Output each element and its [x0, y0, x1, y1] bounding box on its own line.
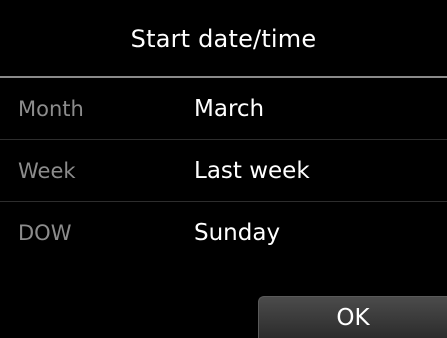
setting-value-week: Last week [194, 158, 310, 184]
start-date-time-screen: Start date/time Month March Week Last we… [0, 0, 447, 338]
setting-row-week[interactable]: Week Last week [0, 140, 447, 202]
setting-row-month[interactable]: Month March [0, 78, 447, 140]
setting-value-dow: Sunday [194, 220, 281, 246]
setting-row-dow[interactable]: DOW Sunday [0, 202, 447, 264]
setting-label-week: Week [18, 159, 76, 183]
setting-label-month: Month [18, 97, 84, 121]
setting-list: Month March Week Last week DOW Sunday [0, 78, 447, 264]
setting-value-month: March [194, 96, 265, 122]
screen-title: Start date/time [130, 25, 317, 53]
setting-label-dow: DOW [18, 221, 72, 245]
ok-button[interactable]: OK [258, 296, 447, 338]
title-bar: Start date/time [0, 0, 447, 78]
